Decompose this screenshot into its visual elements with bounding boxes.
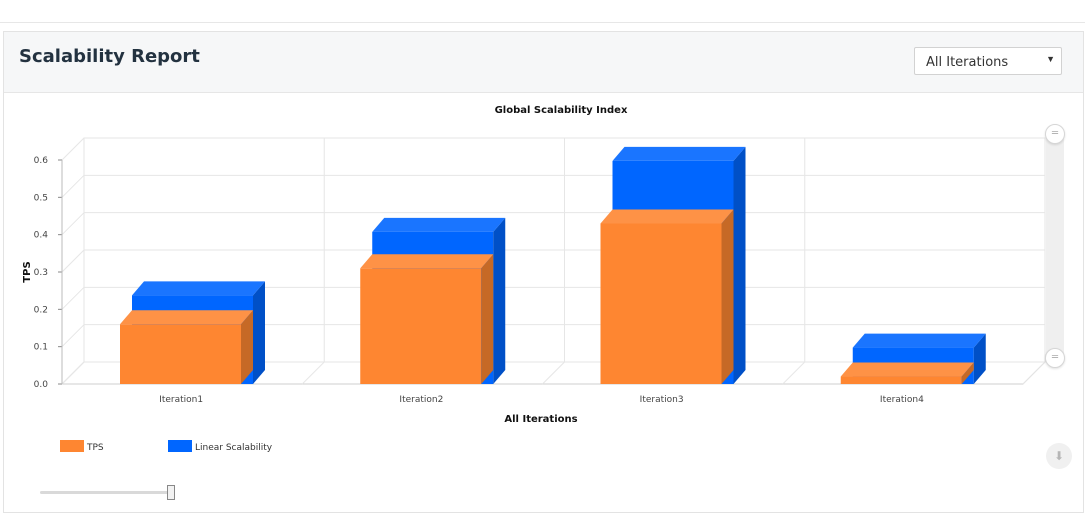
gridline-side: [61, 249, 85, 273]
chart-scrollbar[interactable]: [1046, 134, 1064, 358]
tps-bar-1-top: [120, 310, 253, 325]
zoom-slider-handle[interactable]: [167, 485, 175, 500]
scroll-top-handle[interactable]: ═: [1045, 124, 1065, 144]
x-tick-label: Iteration2: [399, 395, 443, 405]
gridline-side: [61, 324, 85, 348]
y-tick-label: 0.6: [34, 156, 49, 166]
tps-bar-2-front: [360, 268, 482, 384]
y-tick-label: 0.2: [34, 305, 48, 315]
y-tick-label: 0.4: [34, 231, 49, 241]
linear-bar-4-top: [852, 333, 986, 348]
legend-swatch-2: [168, 440, 192, 452]
zoom-slider-track[interactable]: [40, 491, 172, 494]
linear-bar-1-top: [132, 281, 265, 296]
tps-bar-2-top: [360, 254, 494, 269]
x-axis-title: All Iterations: [504, 414, 577, 425]
gridline-side: [61, 137, 85, 161]
scalability-chart: 0.0 0.1 0.2 0.3 0.4 0.5 0.6 Iteration1 Iteration…: [22, 105, 1047, 453]
chart-title: Global Scalability Index: [495, 105, 628, 116]
tps-bar-4-front: [840, 376, 962, 384]
legend-label-2: Linear Scalability: [195, 443, 273, 453]
tps-bar-3-front: [600, 223, 722, 384]
tps-bar-3-top: [600, 209, 734, 224]
download-icon[interactable]: ⬇: [1046, 443, 1072, 469]
gridline-side: [61, 174, 85, 198]
linear-bar-2-side: [493, 217, 506, 384]
linear-bar-1-side: [253, 281, 265, 384]
y-tick-label: 0.1: [34, 343, 48, 353]
tps-bar-2-side: [481, 254, 494, 384]
tps-bar-4-top: [840, 362, 974, 377]
x-tick-label: Iteration4: [880, 395, 924, 405]
tps-bar-1-front: [120, 324, 241, 384]
linear-bar-2-top: [372, 217, 506, 232]
linear-bar-3-top: [612, 146, 746, 161]
y-tick-label: 0.3: [34, 268, 48, 278]
gridline-side: [61, 212, 85, 236]
legend-label-1: TPS: [86, 443, 104, 453]
y-axis-title: TPS: [22, 261, 33, 282]
linear-bar-3-side: [733, 146, 746, 384]
scroll-bottom-handle[interactable]: ═: [1045, 348, 1065, 368]
tps-bar-3-side: [721, 209, 734, 384]
legend-swatch-1: [60, 440, 84, 452]
y-tick-label: 0.5: [34, 193, 48, 203]
gridline-side: [61, 286, 85, 310]
y-tick-label: 0.0: [34, 380, 49, 390]
x-tick-label: Iteration1: [159, 395, 203, 405]
x-tick-label: Iteration3: [640, 395, 684, 405]
